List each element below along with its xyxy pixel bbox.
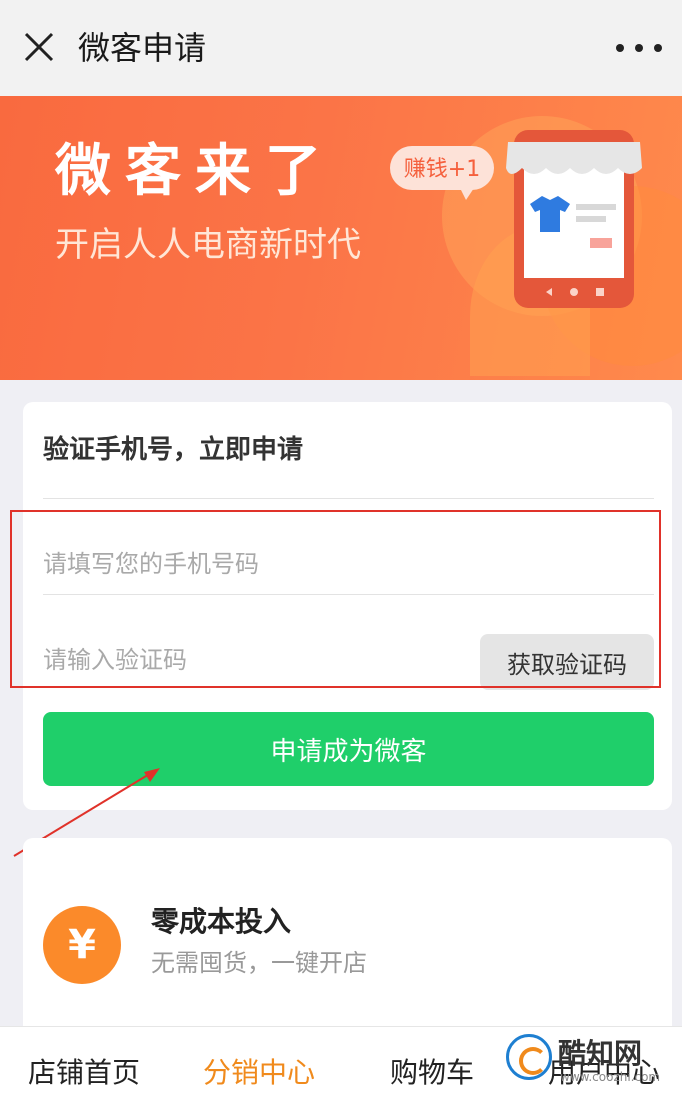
- nav-item-store-home[interactable]: 店铺首页: [28, 1053, 140, 1093]
- feature-card: ¥ 零成本投入 无需囤货，一键开店: [23, 838, 672, 1038]
- feature-title: 零成本投入: [151, 905, 292, 938]
- get-code-button[interactable]: 获取验证码: [480, 634, 654, 690]
- phone-shop-illustration: 赚钱+1: [390, 130, 642, 308]
- divider: [43, 594, 654, 595]
- yen-icon: ¥: [43, 906, 121, 984]
- top-bar: 微客申请: [0, 0, 682, 96]
- phone-input[interactable]: [43, 542, 643, 586]
- verification-code-input[interactable]: [43, 638, 463, 682]
- page-title: 微客申请: [78, 29, 207, 67]
- divider: [43, 498, 654, 499]
- bubble-text: 赚钱+1: [404, 157, 480, 182]
- banner-subtitle: 开启人人电商新时代: [55, 225, 361, 265]
- bottom-nav: 店铺首页 分销中心 购物车 用户中心: [0, 1026, 682, 1111]
- nav-item-user-center[interactable]: 用户中心: [548, 1053, 660, 1093]
- more-dots-icon[interactable]: [616, 38, 662, 58]
- nav-item-cart[interactable]: 购物车: [390, 1053, 474, 1093]
- apply-form-card: 验证手机号，立即申请 获取验证码 申请成为微客: [23, 402, 672, 810]
- form-heading: 验证手机号，立即申请: [43, 435, 304, 465]
- promo-banner: 微客来了 开启人人电商新时代 赚钱+1: [0, 96, 682, 380]
- feature-description: 无需囤货，一键开店: [151, 949, 367, 977]
- close-icon[interactable]: [22, 30, 56, 64]
- apply-button[interactable]: 申请成为微客: [43, 712, 654, 786]
- banner-title: 微客来了: [55, 139, 335, 204]
- nav-item-distribution-center[interactable]: 分销中心: [203, 1053, 315, 1093]
